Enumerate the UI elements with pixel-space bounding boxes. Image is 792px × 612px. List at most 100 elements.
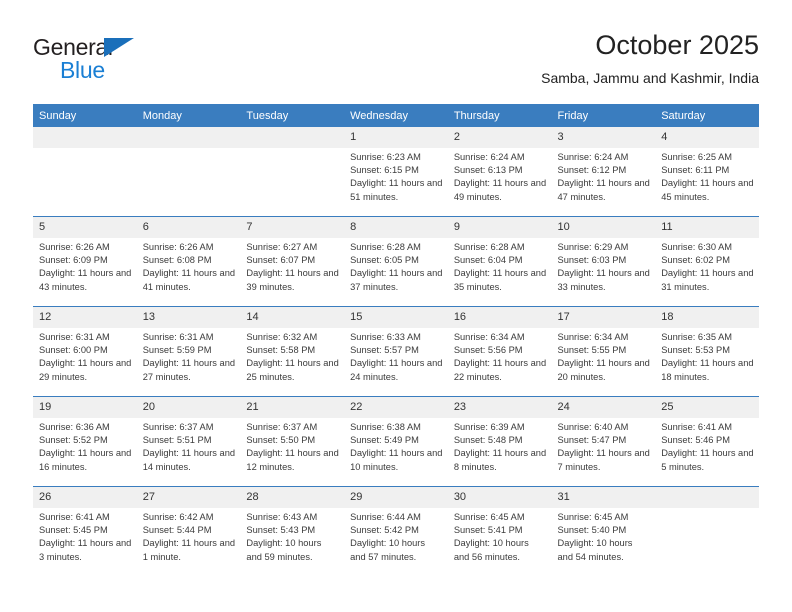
sunrise-text: Sunrise: 6:32 AM xyxy=(246,332,318,342)
calendar-day-cell[interactable]: 5 Sunrise: 6:26 AM Sunset: 6:09 PM Daylight… xyxy=(33,216,137,307)
calendar-day-cell[interactable]: 18 Sunrise: 6:35 AM Sunset: 5:53 PM Dayligh… xyxy=(655,306,759,397)
sunrise-text: Sunrise: 6:43 AM xyxy=(246,512,318,522)
day-details: Sunrise: 6:24 AM Sunset: 6:12 PM Daylight:… xyxy=(552,148,656,204)
calendar-day-cell[interactable]: 28 Sunrise: 6:43 AM Sunset: 5:43 PM Dayligh… xyxy=(240,486,345,576)
day-details: Sunrise: 6:23 AM Sunset: 6:15 PM Daylight:… xyxy=(344,148,448,204)
calendar-day-cell[interactable]: 24 Sunrise: 6:40 AM Sunset: 5:47 PM Dayligh… xyxy=(551,396,656,487)
sunset-text: Sunset: 5:51 PM xyxy=(142,435,212,446)
day-number xyxy=(136,127,241,148)
daylight-text: Daylight: 11 hours and 45 minutes. xyxy=(661,178,754,202)
day-number: 24 xyxy=(551,397,656,418)
day-number: 30 xyxy=(447,487,552,508)
sunset-text: Sunset: 6:09 PM xyxy=(39,255,108,266)
sunset-text: Sunset: 5:55 PM xyxy=(557,345,627,356)
calendar-day-cell[interactable]: 16 Sunrise: 6:34 AM Sunset: 5:56 PM Dayligh… xyxy=(447,306,552,397)
sunrise-text: Sunrise: 6:45 AM xyxy=(557,512,629,522)
day-number: 18 xyxy=(655,307,759,328)
sunrise-text: Sunrise: 6:29 AM xyxy=(557,242,629,252)
daylight-text: Daylight: 11 hours and 10 minutes. xyxy=(350,448,443,472)
calendar-day-cell[interactable]: 31 Sunrise: 6:45 AM Sunset: 5:40 PM Dayligh… xyxy=(551,486,656,576)
day-details: Sunrise: 6:45 AM Sunset: 5:40 PM Daylight:… xyxy=(552,508,656,564)
calendar-day-cell[interactable]: 1 Sunrise: 6:23 AM Sunset: 6:15 PM Daylight… xyxy=(344,127,448,217)
weekday-header-wednesday: Wednesday xyxy=(344,104,448,127)
sunset-text: Sunset: 5:42 PM xyxy=(350,525,419,536)
calendar-day-cell[interactable]: 13 Sunrise: 6:31 AM Sunset: 5:59 PM Dayligh… xyxy=(136,306,241,397)
sunset-text: Sunset: 6:07 PM xyxy=(246,255,316,266)
day-number xyxy=(33,127,137,148)
calendar-day-cell[interactable]: 10 Sunrise: 6:29 AM Sunset: 6:03 PM Dayligh… xyxy=(551,216,656,307)
day-number: 2 xyxy=(447,127,552,148)
calendar-day-cell[interactable]: 7 Sunrise: 6:27 AM Sunset: 6:07 PM Daylight… xyxy=(240,216,345,307)
day-number: 5 xyxy=(33,217,137,238)
sunrise-text: Sunrise: 6:37 AM xyxy=(246,422,318,432)
calendar-day-cell[interactable]: 21 Sunrise: 6:37 AM Sunset: 5:50 PM Dayligh… xyxy=(240,396,345,487)
calendar-day-cell[interactable]: 15 Sunrise: 6:33 AM Sunset: 5:57 PM Dayligh… xyxy=(344,306,448,397)
daylight-text: Daylight: 10 hours and 56 minutes. xyxy=(453,538,529,562)
calendar-day-cell[interactable]: 8 Sunrise: 6:28 AM Sunset: 6:05 PM Daylight… xyxy=(344,216,448,307)
calendar-day-cell[interactable]: 22 Sunrise: 6:38 AM Sunset: 5:49 PM Dayligh… xyxy=(344,396,448,487)
calendar-day-cell[interactable]: 27 Sunrise: 6:42 AM Sunset: 5:44 PM Dayligh… xyxy=(136,486,241,576)
daylight-text: Daylight: 11 hours and 8 minutes. xyxy=(453,448,547,472)
calendar-day-cell[interactable]: 23 Sunrise: 6:39 AM Sunset: 5:48 PM Dayligh… xyxy=(447,396,552,487)
sunset-text: Sunset: 5:44 PM xyxy=(142,525,212,536)
calendar-day-cell[interactable]: 3 Sunrise: 6:24 AM Sunset: 6:12 PM Daylight… xyxy=(551,127,656,217)
sunrise-text: Sunrise: 6:27 AM xyxy=(246,242,318,252)
calendar-week-row: 19 Sunrise: 6:36 AM Sunset: 5:52 PM Dayligh… xyxy=(33,396,759,487)
page-title: October 2025 xyxy=(595,30,759,60)
calendar-day-cell[interactable]: 19 Sunrise: 6:36 AM Sunset: 5:52 PM Dayligh… xyxy=(33,396,137,487)
daylight-text: Daylight: 11 hours and 31 minutes. xyxy=(661,268,754,292)
daylight-text: Daylight: 10 hours and 54 minutes. xyxy=(557,538,633,562)
day-details: Sunrise: 6:37 AM Sunset: 5:51 PM Daylight:… xyxy=(137,418,241,474)
day-details: Sunrise: 6:34 AM Sunset: 5:56 PM Daylight:… xyxy=(448,328,552,384)
calendar-day-cell[interactable]: 12 Sunrise: 6:31 AM Sunset: 6:00 PM Dayligh… xyxy=(33,306,137,397)
calendar-day-cell[interactable]: 14 Sunrise: 6:32 AM Sunset: 5:58 PM Dayligh… xyxy=(240,306,345,397)
sunrise-text: Sunrise: 6:37 AM xyxy=(142,422,214,432)
calendar-day-cell[interactable]: 17 Sunrise: 6:34 AM Sunset: 5:55 PM Dayligh… xyxy=(551,306,656,397)
day-details: Sunrise: 6:39 AM Sunset: 5:48 PM Daylight:… xyxy=(448,418,552,474)
sunrise-text: Sunrise: 6:25 AM xyxy=(661,152,733,162)
calendar-day-cell[interactable]: 25 Sunrise: 6:41 AM Sunset: 5:46 PM Dayligh… xyxy=(655,396,759,487)
calendar-day-cell[interactable]: 6 Sunrise: 6:26 AM Sunset: 6:08 PM Daylight… xyxy=(136,216,241,307)
sunset-text: Sunset: 6:05 PM xyxy=(350,255,419,266)
daylight-text: Daylight: 11 hours and 14 minutes. xyxy=(142,448,236,472)
calendar-day-cell[interactable]: 30 Sunrise: 6:45 AM Sunset: 5:41 PM Dayligh… xyxy=(447,486,552,576)
sunrise-text: Sunrise: 6:31 AM xyxy=(142,332,214,342)
calendar-day-cell[interactable]: 9 Sunrise: 6:28 AM Sunset: 6:04 PM Daylight… xyxy=(447,216,552,307)
sunrise-text: Sunrise: 6:31 AM xyxy=(39,332,110,342)
day-details: Sunrise: 6:29 AM Sunset: 6:03 PM Daylight:… xyxy=(552,238,656,294)
daylight-text: Daylight: 11 hours and 41 minutes. xyxy=(142,268,236,292)
day-number: 29 xyxy=(344,487,448,508)
daylight-text: Daylight: 11 hours and 49 minutes. xyxy=(453,178,547,202)
day-number: 11 xyxy=(655,217,759,238)
sunrise-text: Sunrise: 6:44 AM xyxy=(350,512,421,522)
sunset-text: Sunset: 5:41 PM xyxy=(453,525,523,536)
day-details: Sunrise: 6:33 AM Sunset: 5:57 PM Daylight:… xyxy=(344,328,448,384)
calendar-day-cell-empty xyxy=(136,127,241,217)
calendar-day-cell[interactable]: 29 Sunrise: 6:44 AM Sunset: 5:42 PM Dayligh… xyxy=(344,486,448,576)
day-details: Sunrise: 6:31 AM Sunset: 5:59 PM Daylight:… xyxy=(137,328,241,384)
day-number: 12 xyxy=(33,307,137,328)
calendar-day-cell[interactable]: 11 Sunrise: 6:30 AM Sunset: 6:02 PM Dayligh… xyxy=(655,216,759,307)
calendar-day-cell[interactable]: 20 Sunrise: 6:37 AM Sunset: 5:51 PM Dayligh… xyxy=(136,396,241,487)
day-details: Sunrise: 6:40 AM Sunset: 5:47 PM Daylight:… xyxy=(552,418,656,474)
weekday-header-thursday: Thursday xyxy=(447,104,552,127)
sunrise-text: Sunrise: 6:40 AM xyxy=(557,422,629,432)
sunset-text: Sunset: 5:59 PM xyxy=(142,345,212,356)
sunset-text: Sunset: 5:46 PM xyxy=(661,435,730,446)
sunrise-text: Sunrise: 6:36 AM xyxy=(39,422,110,432)
sunset-text: Sunset: 5:50 PM xyxy=(246,435,316,446)
sunset-text: Sunset: 5:45 PM xyxy=(39,525,108,536)
daylight-text: Daylight: 11 hours and 18 minutes. xyxy=(661,358,754,382)
weekday-header-saturday: Saturday xyxy=(655,104,759,127)
calendar-week-row: 1 Sunrise: 6:23 AM Sunset: 6:15 PM Daylight… xyxy=(33,127,759,217)
weekday-header-sunday: Sunday xyxy=(33,104,137,127)
calendar-day-cell[interactable]: 4 Sunrise: 6:25 AM Sunset: 6:11 PM Daylight… xyxy=(655,127,759,217)
daylight-text: Daylight: 11 hours and 29 minutes. xyxy=(39,358,132,382)
calendar-week-row: 5 Sunrise: 6:26 AM Sunset: 6:09 PM Daylight… xyxy=(33,216,759,307)
daylight-text: Daylight: 11 hours and 7 minutes. xyxy=(557,448,650,472)
calendar-day-cell[interactable]: 2 Sunrise: 6:24 AM Sunset: 6:13 PM Daylight… xyxy=(447,127,552,217)
day-number: 23 xyxy=(447,397,552,418)
sunrise-text: Sunrise: 6:33 AM xyxy=(350,332,421,342)
calendar-day-cell[interactable]: 26 Sunrise: 6:41 AM Sunset: 5:45 PM Dayligh… xyxy=(33,486,137,576)
daylight-text: Daylight: 11 hours and 16 minutes. xyxy=(39,448,132,472)
